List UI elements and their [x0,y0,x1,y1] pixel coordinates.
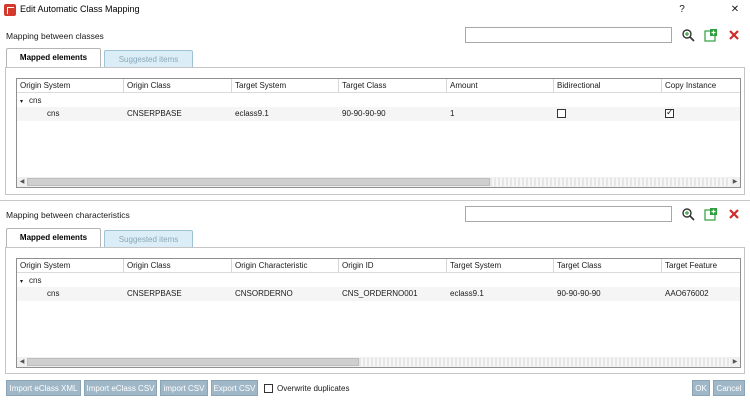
scroll-track[interactable] [490,178,730,186]
close-button[interactable]: ✕ [727,2,743,18]
classes-delete-icon[interactable] [727,28,741,42]
col-origin-system[interactable]: Origin System [17,79,124,93]
characteristics-header-row: Origin System Origin Class Origin Charac… [17,259,740,273]
copy-instance-checkbox[interactable] [665,107,674,118]
col-target-feature[interactable]: Target Feature [662,259,740,273]
characteristics-horizontal-scrollbar[interactable]: ◀ ▶ [17,357,740,367]
table-row[interactable]: cns CNSERPBASE eclass9.1 90-90-90-90 1 [17,107,740,121]
scroll-track[interactable] [359,358,730,366]
scroll-right-arrow-icon[interactable]: ▶ [730,177,740,187]
col-origin-characteristic[interactable]: Origin Characteristic [232,259,339,273]
ok-button[interactable]: OK [692,380,710,396]
characteristics-section-label: Mapping between characteristics [6,210,130,220]
col-origin-system[interactable]: Origin System [17,259,124,273]
characteristics-tab-mapped-elements[interactable]: Mapped elements [6,228,101,248]
characteristics-delete-icon[interactable] [727,207,741,221]
col-origin-class[interactable]: Origin Class [124,79,232,93]
window-title: Edit Automatic Class Mapping [20,4,140,14]
cell-origin-system: cns [47,109,60,118]
classes-add-icon[interactable] [704,28,718,42]
cell-target-class: 90-90-90-90 [342,109,386,118]
scroll-right-arrow-icon[interactable]: ▶ [730,357,740,367]
group-label: cns [29,276,42,285]
scroll-thumb[interactable] [27,178,490,186]
cell-target-class: 90-90-90-90 [557,289,601,298]
classes-header-row: Origin System Origin Class Target System… [17,79,740,93]
import-eclass-xml-button[interactable]: Import eClass XML [6,380,81,396]
overwrite-duplicates-label[interactable]: Overwrite duplicates [277,384,349,393]
cell-target-system: eclass9.1 [450,289,484,298]
cell-origin-class: CNSERPBASE [127,109,182,118]
cancel-button[interactable]: Cancel [713,380,745,396]
scroll-left-arrow-icon[interactable]: ◀ [17,357,27,367]
characteristics-grid: Origin System Origin Class Origin Charac… [16,258,741,368]
col-target-system[interactable]: Target System [447,259,554,273]
cell-origin-id: CNS_ORDERNO001 [342,289,418,298]
scroll-thumb[interactable] [27,358,359,366]
col-bidirectional[interactable]: Bidirectional [554,79,662,93]
characteristics-group-row[interactable]: ▾ cns [20,275,41,287]
classes-grid: Origin System Origin Class Target System… [16,78,741,188]
characteristics-panel: Origin System Origin Class Origin Charac… [5,247,745,374]
characteristics-search-input[interactable] [465,206,672,222]
classes-tab-suggested-items[interactable]: Suggested items [104,50,193,68]
cell-origin-system: cns [47,289,60,298]
cell-origin-class: CNSERPBASE [127,289,182,298]
characteristics-search-add-icon[interactable] [681,207,695,221]
title-bar: Edit Automatic Class Mapping ? ✕ [0,0,750,20]
overwrite-duplicates-checkbox[interactable] [264,384,273,393]
col-copy-instance[interactable]: Copy Instance [662,79,740,93]
col-amount[interactable]: Amount [447,79,554,93]
cell-amount: 1 [450,109,455,118]
app-icon [4,4,16,16]
section-divider [0,200,750,201]
import-eclass-csv-button[interactable]: Import eClass CSV [84,380,157,396]
classes-search-add-icon[interactable] [681,28,695,42]
col-origin-class[interactable]: Origin Class [124,259,232,273]
group-label: cns [29,96,42,105]
cell-origin-characteristic: CNSORDERNO [235,289,293,298]
help-button[interactable]: ? [675,2,689,18]
col-target-class[interactable]: Target Class [554,259,662,273]
import-csv-button[interactable]: import CSV [160,380,208,396]
classes-panel: Origin System Origin Class Target System… [5,67,745,195]
classes-tab-mapped-elements[interactable]: Mapped elements [6,48,101,68]
classes-search-input[interactable] [465,27,672,43]
classes-section-label: Mapping between classes [6,31,104,41]
col-target-class[interactable]: Target Class [339,79,447,93]
characteristics-add-icon[interactable] [704,207,718,221]
table-row[interactable]: cns CNSERPBASE CNSORDERNO CNS_ORDERNO001… [17,287,740,301]
scroll-left-arrow-icon[interactable]: ◀ [17,177,27,187]
export-csv-button[interactable]: Export CSV [211,380,258,396]
cell-target-system: eclass9.1 [235,109,269,118]
classes-group-row[interactable]: ▾ cns [20,95,41,107]
col-origin-id[interactable]: Origin ID [339,259,447,273]
bidirectional-checkbox[interactable] [557,109,566,118]
classes-horizontal-scrollbar[interactable]: ◀ ▶ [17,177,740,187]
characteristics-tab-suggested-items[interactable]: Suggested items [104,230,193,248]
col-target-system[interactable]: Target System [232,79,339,93]
cell-target-feature: AAO676002 [665,289,709,298]
